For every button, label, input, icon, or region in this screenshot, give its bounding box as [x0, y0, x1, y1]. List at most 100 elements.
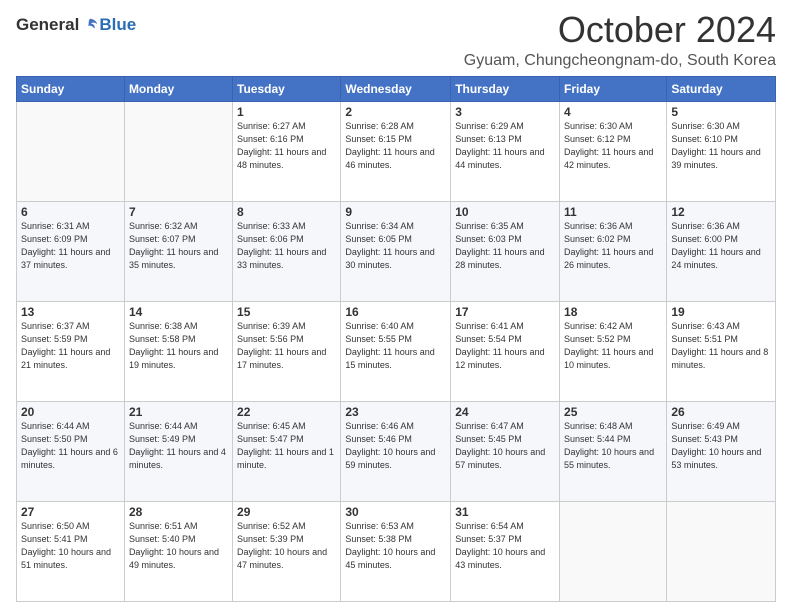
day-info: Sunrise: 6:27 AM Sunset: 6:16 PM Dayligh… — [237, 120, 336, 172]
logo-general: General — [16, 15, 79, 35]
day-number: 17 — [455, 305, 555, 319]
day-number: 26 — [671, 405, 771, 419]
table-row: 30Sunrise: 6:53 AM Sunset: 5:38 PM Dayli… — [341, 501, 451, 601]
table-row: 22Sunrise: 6:45 AM Sunset: 5:47 PM Dayli… — [233, 401, 341, 501]
table-row — [124, 101, 232, 201]
table-row: 20Sunrise: 6:44 AM Sunset: 5:50 PM Dayli… — [17, 401, 125, 501]
table-row: 28Sunrise: 6:51 AM Sunset: 5:40 PM Dayli… — [124, 501, 232, 601]
day-info: Sunrise: 6:49 AM Sunset: 5:43 PM Dayligh… — [671, 420, 771, 472]
day-info: Sunrise: 6:34 AM Sunset: 6:05 PM Dayligh… — [345, 220, 446, 272]
day-info: Sunrise: 6:41 AM Sunset: 5:54 PM Dayligh… — [455, 320, 555, 372]
calendar-table: Sunday Monday Tuesday Wednesday Thursday… — [16, 76, 776, 602]
table-row: 13Sunrise: 6:37 AM Sunset: 5:59 PM Dayli… — [17, 301, 125, 401]
col-tuesday: Tuesday — [233, 76, 341, 101]
table-row: 19Sunrise: 6:43 AM Sunset: 5:51 PM Dayli… — [667, 301, 776, 401]
table-row: 23Sunrise: 6:46 AM Sunset: 5:46 PM Dayli… — [341, 401, 451, 501]
table-row: 6Sunrise: 6:31 AM Sunset: 6:09 PM Daylig… — [17, 201, 125, 301]
table-row: 7Sunrise: 6:32 AM Sunset: 6:07 PM Daylig… — [124, 201, 232, 301]
table-row: 2Sunrise: 6:28 AM Sunset: 6:15 PM Daylig… — [341, 101, 451, 201]
table-row: 17Sunrise: 6:41 AM Sunset: 5:54 PM Dayli… — [451, 301, 560, 401]
col-saturday: Saturday — [667, 76, 776, 101]
day-number: 20 — [21, 405, 120, 419]
logo-blue: Blue — [99, 15, 136, 35]
day-number: 23 — [345, 405, 446, 419]
day-info: Sunrise: 6:30 AM Sunset: 6:12 PM Dayligh… — [564, 120, 662, 172]
calendar-header-row: Sunday Monday Tuesday Wednesday Thursday… — [17, 76, 776, 101]
header: General Blue October 2024 Gyuam, Chungch… — [16, 10, 776, 70]
table-row: 11Sunrise: 6:36 AM Sunset: 6:02 PM Dayli… — [560, 201, 667, 301]
col-monday: Monday — [124, 76, 232, 101]
day-info: Sunrise: 6:40 AM Sunset: 5:55 PM Dayligh… — [345, 320, 446, 372]
table-row: 3Sunrise: 6:29 AM Sunset: 6:13 PM Daylig… — [451, 101, 560, 201]
day-info: Sunrise: 6:30 AM Sunset: 6:10 PM Dayligh… — [671, 120, 771, 172]
logo-bird-icon — [81, 16, 99, 34]
day-number: 8 — [237, 205, 336, 219]
table-row: 5Sunrise: 6:30 AM Sunset: 6:10 PM Daylig… — [667, 101, 776, 201]
day-info: Sunrise: 6:36 AM Sunset: 6:02 PM Dayligh… — [564, 220, 662, 272]
day-info: Sunrise: 6:29 AM Sunset: 6:13 PM Dayligh… — [455, 120, 555, 172]
day-number: 31 — [455, 505, 555, 519]
day-info: Sunrise: 6:42 AM Sunset: 5:52 PM Dayligh… — [564, 320, 662, 372]
table-row: 16Sunrise: 6:40 AM Sunset: 5:55 PM Dayli… — [341, 301, 451, 401]
table-row: 15Sunrise: 6:39 AM Sunset: 5:56 PM Dayli… — [233, 301, 341, 401]
table-row: 27Sunrise: 6:50 AM Sunset: 5:41 PM Dayli… — [17, 501, 125, 601]
day-info: Sunrise: 6:35 AM Sunset: 6:03 PM Dayligh… — [455, 220, 555, 272]
calendar-week-row: 13Sunrise: 6:37 AM Sunset: 5:59 PM Dayli… — [17, 301, 776, 401]
table-row: 21Sunrise: 6:44 AM Sunset: 5:49 PM Dayli… — [124, 401, 232, 501]
day-number: 30 — [345, 505, 446, 519]
calendar-week-row: 27Sunrise: 6:50 AM Sunset: 5:41 PM Dayli… — [17, 501, 776, 601]
table-row: 10Sunrise: 6:35 AM Sunset: 6:03 PM Dayli… — [451, 201, 560, 301]
day-number: 29 — [237, 505, 336, 519]
day-number: 13 — [21, 305, 120, 319]
day-number: 12 — [671, 205, 771, 219]
col-wednesday: Wednesday — [341, 76, 451, 101]
day-info: Sunrise: 6:45 AM Sunset: 5:47 PM Dayligh… — [237, 420, 336, 472]
day-number: 16 — [345, 305, 446, 319]
day-info: Sunrise: 6:48 AM Sunset: 5:44 PM Dayligh… — [564, 420, 662, 472]
day-info: Sunrise: 6:52 AM Sunset: 5:39 PM Dayligh… — [237, 520, 336, 572]
day-number: 19 — [671, 305, 771, 319]
day-info: Sunrise: 6:33 AM Sunset: 6:06 PM Dayligh… — [237, 220, 336, 272]
logo-area: General Blue — [16, 10, 136, 35]
day-number: 15 — [237, 305, 336, 319]
day-number: 6 — [21, 205, 120, 219]
day-number: 1 — [237, 105, 336, 119]
table-row — [667, 501, 776, 601]
col-sunday: Sunday — [17, 76, 125, 101]
table-row: 29Sunrise: 6:52 AM Sunset: 5:39 PM Dayli… — [233, 501, 341, 601]
day-info: Sunrise: 6:50 AM Sunset: 5:41 PM Dayligh… — [21, 520, 120, 572]
day-number: 18 — [564, 305, 662, 319]
calendar-week-row: 1Sunrise: 6:27 AM Sunset: 6:16 PM Daylig… — [17, 101, 776, 201]
day-number: 22 — [237, 405, 336, 419]
day-number: 24 — [455, 405, 555, 419]
day-info: Sunrise: 6:31 AM Sunset: 6:09 PM Dayligh… — [21, 220, 120, 272]
day-info: Sunrise: 6:36 AM Sunset: 6:00 PM Dayligh… — [671, 220, 771, 272]
day-info: Sunrise: 6:47 AM Sunset: 5:45 PM Dayligh… — [455, 420, 555, 472]
day-number: 9 — [345, 205, 446, 219]
table-row: 8Sunrise: 6:33 AM Sunset: 6:06 PM Daylig… — [233, 201, 341, 301]
table-row: 9Sunrise: 6:34 AM Sunset: 6:05 PM Daylig… — [341, 201, 451, 301]
table-row: 24Sunrise: 6:47 AM Sunset: 5:45 PM Dayli… — [451, 401, 560, 501]
table-row — [17, 101, 125, 201]
day-info: Sunrise: 6:44 AM Sunset: 5:50 PM Dayligh… — [21, 420, 120, 472]
day-info: Sunrise: 6:46 AM Sunset: 5:46 PM Dayligh… — [345, 420, 446, 472]
day-number: 2 — [345, 105, 446, 119]
table-row: 18Sunrise: 6:42 AM Sunset: 5:52 PM Dayli… — [560, 301, 667, 401]
table-row: 26Sunrise: 6:49 AM Sunset: 5:43 PM Dayli… — [667, 401, 776, 501]
day-info: Sunrise: 6:37 AM Sunset: 5:59 PM Dayligh… — [21, 320, 120, 372]
day-number: 7 — [129, 205, 228, 219]
day-number: 3 — [455, 105, 555, 119]
day-number: 28 — [129, 505, 228, 519]
day-info: Sunrise: 6:43 AM Sunset: 5:51 PM Dayligh… — [671, 320, 771, 372]
table-row: 4Sunrise: 6:30 AM Sunset: 6:12 PM Daylig… — [560, 101, 667, 201]
table-row: 14Sunrise: 6:38 AM Sunset: 5:58 PM Dayli… — [124, 301, 232, 401]
col-friday: Friday — [560, 76, 667, 101]
day-info: Sunrise: 6:53 AM Sunset: 5:38 PM Dayligh… — [345, 520, 446, 572]
location-subtitle: Gyuam, Chungcheongnam-do, South Korea — [464, 52, 776, 70]
logo: General Blue — [16, 14, 136, 35]
day-info: Sunrise: 6:54 AM Sunset: 5:37 PM Dayligh… — [455, 520, 555, 572]
day-info: Sunrise: 6:28 AM Sunset: 6:15 PM Dayligh… — [345, 120, 446, 172]
day-info: Sunrise: 6:32 AM Sunset: 6:07 PM Dayligh… — [129, 220, 228, 272]
day-number: 21 — [129, 405, 228, 419]
table-row: 12Sunrise: 6:36 AM Sunset: 6:00 PM Dayli… — [667, 201, 776, 301]
